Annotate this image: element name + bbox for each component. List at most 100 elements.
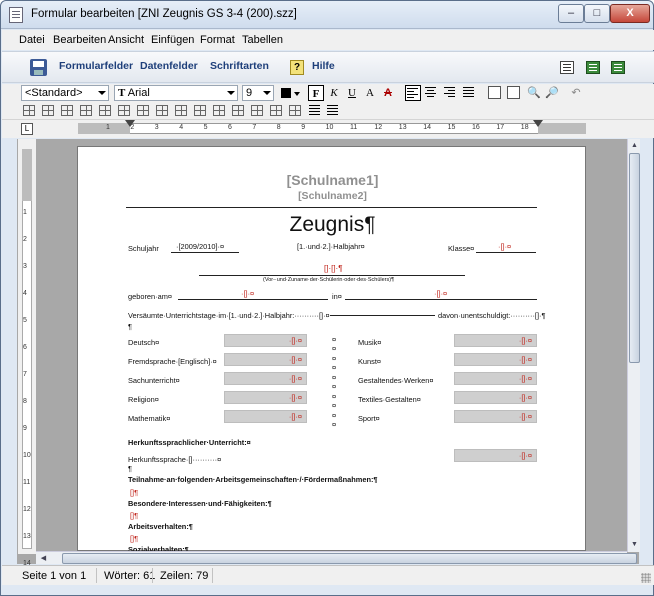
klasse-field[interactable]: ·[]·¤ — [498, 242, 511, 251]
resize-grip-icon[interactable] — [641, 573, 651, 583]
vertical-scrollbar[interactable]: ▲ ▼ — [627, 139, 640, 552]
maximize-button[interactable]: □ — [584, 4, 610, 23]
halbjahr-field[interactable]: [1.·und·2.]·Halbjahr¤ — [297, 242, 365, 251]
align-right-button[interactable] — [443, 85, 459, 101]
in-field[interactable]: ·[]·¤ — [434, 289, 447, 298]
scroll-down-icon[interactable]: ▼ — [629, 539, 640, 550]
tab-type-button[interactable]: L — [21, 123, 33, 135]
bullet-list-icon[interactable] — [307, 103, 323, 119]
scroll-up-icon[interactable]: ▲ — [629, 140, 640, 151]
merge-cells-icon[interactable] — [156, 105, 168, 116]
select-column-icon[interactable] — [270, 105, 282, 116]
table-borders-icon[interactable] — [213, 105, 225, 116]
subject-left-grade-field[interactable]: ·[]·¤ — [224, 372, 307, 385]
horizontal-scrollbar[interactable]: ◀ — [36, 551, 637, 564]
vruler-number: 1 — [23, 209, 27, 216]
split-cells-icon[interactable] — [175, 105, 187, 116]
scroll-left-icon[interactable]: ◀ — [38, 553, 49, 564]
font-size-select[interactable]: 9 — [242, 85, 274, 101]
subject-right-grade-field[interactable]: ·[]·¤ — [454, 334, 537, 347]
menu-datei[interactable]: Datei — [19, 34, 45, 46]
insert-row-above-icon[interactable] — [42, 105, 54, 116]
list-view-icon[interactable] — [560, 61, 574, 74]
insert-column-left-icon[interactable] — [80, 105, 92, 116]
menu-bar: Datei Bearbeiten Ansicht Einfügen Format… — [2, 30, 654, 50]
minimize-button[interactable]: – — [558, 4, 584, 23]
insert-table-icon[interactable] — [23, 105, 35, 116]
menu-bearbeiten[interactable]: Bearbeiten — [53, 34, 106, 46]
subject-right-grade-field[interactable]: ·[]·¤ — [454, 410, 537, 423]
subject-left-grade-field[interactable]: ·[]·¤ — [224, 353, 307, 366]
close-button[interactable]: X — [610, 4, 650, 23]
title-bar[interactable]: Formular bearbeiten [ZNI Zeugnis GS 3-4 … — [1, 1, 653, 29]
subject-left-grade-field[interactable]: ·[]·¤ — [224, 391, 307, 404]
schriftarten-button[interactable]: Schriftarten — [210, 60, 269, 72]
cell-border-icon[interactable] — [194, 105, 206, 116]
menu-format[interactable]: Format — [200, 34, 235, 46]
subject-left-grade-field[interactable]: ·[]·¤ — [224, 334, 307, 347]
insert-column-right-icon[interactable] — [99, 105, 111, 116]
document-title[interactable]: Zeugnis¶ — [78, 213, 587, 237]
zoom-out-icon[interactable]: 🔎 — [544, 85, 560, 101]
exit-form-icon[interactable] — [611, 61, 625, 74]
font-value: Arial — [127, 87, 150, 99]
subject-left-grade-field[interactable]: ·[]·¤ — [224, 410, 307, 423]
subject-right-grade-field[interactable]: ·[]·¤ — [454, 372, 537, 385]
text-color-dropdown-icon[interactable] — [292, 85, 301, 101]
insert-row-below-icon[interactable] — [61, 105, 73, 116]
vertical-ruler[interactable]: 1 2 3 4 5 6 7 8 9 10 11 12 13 14 — [18, 139, 36, 567]
help-icon[interactable]: ? — [290, 60, 304, 75]
student-name-field[interactable]: []·[]·¶ — [324, 264, 343, 273]
align-left-icon — [407, 88, 420, 99]
delete-column-icon[interactable] — [137, 105, 149, 116]
superscript-button[interactable]: A — [362, 85, 378, 101]
table-view-icon[interactable] — [586, 61, 600, 74]
school-name-1[interactable]: [Schulname1] — [78, 172, 587, 188]
align-left-button[interactable] — [405, 85, 421, 101]
horizontal-scroll-thumb[interactable] — [62, 553, 637, 564]
schuljahr-field[interactable]: ·[2009/2010]·¤ — [176, 242, 224, 251]
davon-field[interactable]: davon·unentschuldigt:··········[]·¶ — [438, 311, 545, 320]
school-name-2[interactable]: [Schulname2] — [78, 190, 587, 202]
right-indent-marker[interactable] — [533, 120, 543, 127]
besondere-field[interactable]: []¶ — [130, 511, 138, 520]
vertical-scroll-thumb[interactable] — [629, 153, 640, 363]
status-page: Seite 1 von 1 — [22, 570, 87, 582]
undo-icon[interactable]: ↶ — [568, 85, 584, 101]
teilnahme-field[interactable]: []¶ — [130, 488, 138, 497]
horizontal-ruler[interactable]: L 1 2 3 4 5 6 7 8 9 10 11 12 13 14 15 16 17 18 — [2, 120, 654, 138]
geboren-field[interactable]: ·[]·¤ — [241, 289, 254, 298]
hilfe-button[interactable]: Hilfe — [312, 60, 335, 72]
herkunft-grade-field[interactable]: ·[]·¤ — [454, 449, 537, 462]
herkunft-label[interactable]: Herkunftssprache·[]··········¤ — [128, 455, 221, 464]
page-view-icon[interactable] — [488, 86, 501, 99]
menu-einfuegen[interactable]: Einfügen — [151, 34, 194, 46]
frame-button[interactable]: F — [308, 85, 324, 101]
justify-button[interactable] — [462, 85, 478, 101]
font-select[interactable]: T Arial — [114, 85, 238, 101]
save-icon[interactable] — [30, 59, 47, 76]
delete-row-icon[interactable] — [118, 105, 130, 116]
subject-right-grade-field[interactable]: ·[]·¤ — [454, 391, 537, 404]
print-preview-icon[interactable] — [507, 86, 520, 99]
formularfelder-button[interactable]: Formularfelder — [59, 60, 133, 72]
zoom-in-icon[interactable]: 🔍 — [526, 85, 542, 101]
style-select[interactable]: <Standard> — [21, 85, 109, 101]
left-indent-marker[interactable] — [125, 120, 135, 127]
strikethrough-button[interactable]: A — [380, 85, 396, 101]
menu-tabellen[interactable]: Tabellen — [242, 34, 283, 46]
menu-ansicht[interactable]: Ansicht — [108, 34, 144, 46]
geboren-underline — [178, 299, 328, 300]
versaeumt-field[interactable]: Versäumte·Unterrichtstage·im·[1.·und·2.]… — [128, 311, 330, 320]
select-cell-icon[interactable] — [232, 105, 244, 116]
select-row-icon[interactable] — [251, 105, 263, 116]
document-page[interactable]: [Schulname1] [Schulname2] Zeugnis¶ Schul… — [77, 146, 587, 554]
align-center-button[interactable] — [424, 85, 440, 101]
numbered-list-icon[interactable] — [325, 103, 341, 119]
datenfelder-button[interactable]: Datenfelder — [140, 60, 198, 72]
italic-button[interactable]: K — [326, 85, 342, 101]
subject-right-grade-field[interactable]: ·[]·¤ — [454, 353, 537, 366]
underline-button[interactable]: U — [344, 85, 360, 101]
arbeitsverhalten-field[interactable]: []¶ — [130, 534, 138, 543]
select-table-icon[interactable] — [289, 105, 301, 116]
